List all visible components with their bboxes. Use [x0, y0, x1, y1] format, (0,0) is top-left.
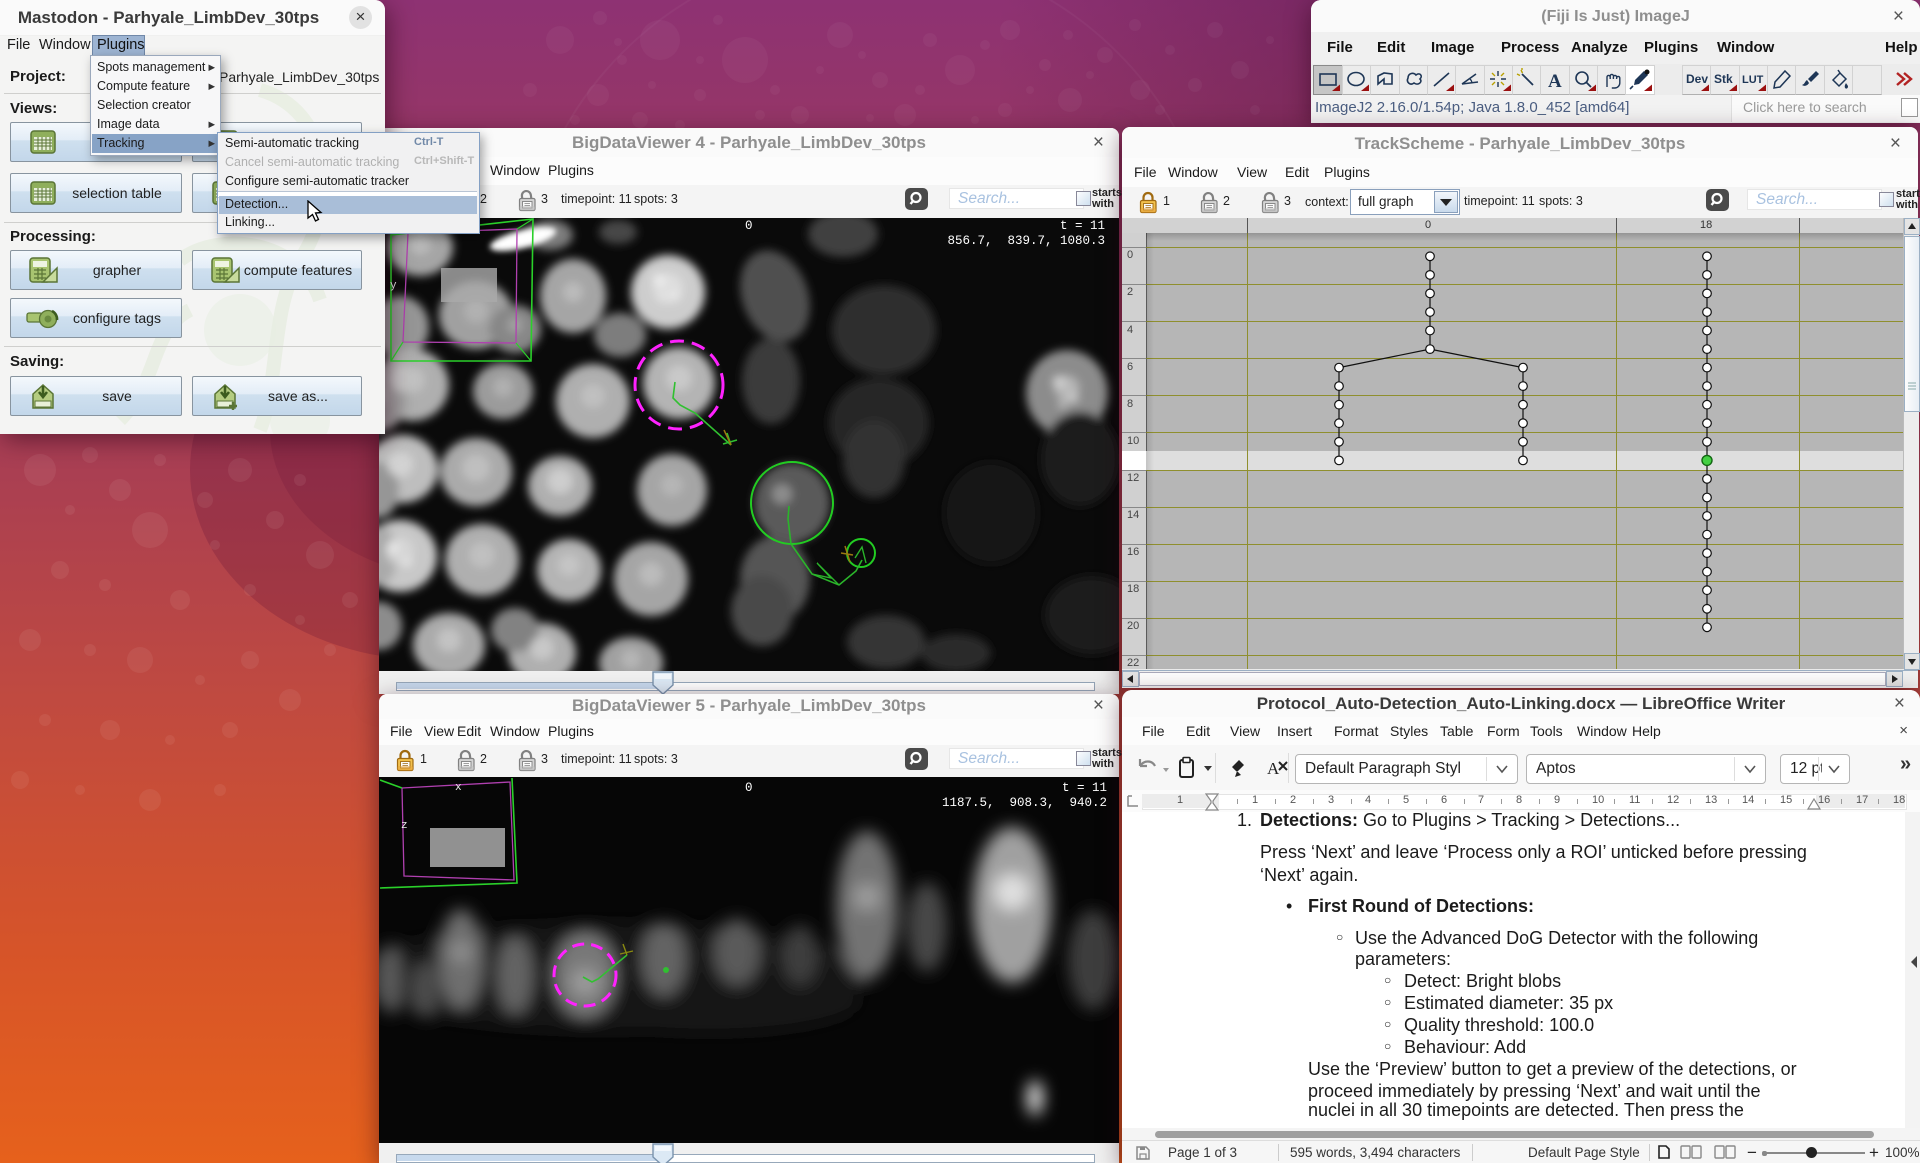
svg-text:1187.5, 908.3, 940.2: 1187.5, 908.3, 940.2 — [942, 796, 1107, 810]
svg-text:t = 11: t = 11 — [1062, 781, 1107, 795]
svg-text:z: z — [401, 820, 408, 832]
svg-text:x: x — [455, 782, 462, 794]
svg-text:856.7, 839.7, 1080.3: 856.7, 839.7, 1080.3 — [947, 234, 1105, 248]
svg-text:Stk: Stk — [1714, 72, 1733, 86]
svg-text:0: 0 — [745, 219, 753, 233]
svg-text:Dev: Dev — [1686, 72, 1708, 86]
svg-text:A: A — [1548, 71, 1562, 92]
svg-text:0: 0 — [745, 781, 753, 795]
svg-text:t = 11: t = 11 — [1060, 219, 1105, 233]
svg-text:A: A — [1267, 759, 1280, 778]
svg-text:y: y — [390, 280, 397, 292]
svg-text:LUT: LUT — [1742, 74, 1764, 86]
